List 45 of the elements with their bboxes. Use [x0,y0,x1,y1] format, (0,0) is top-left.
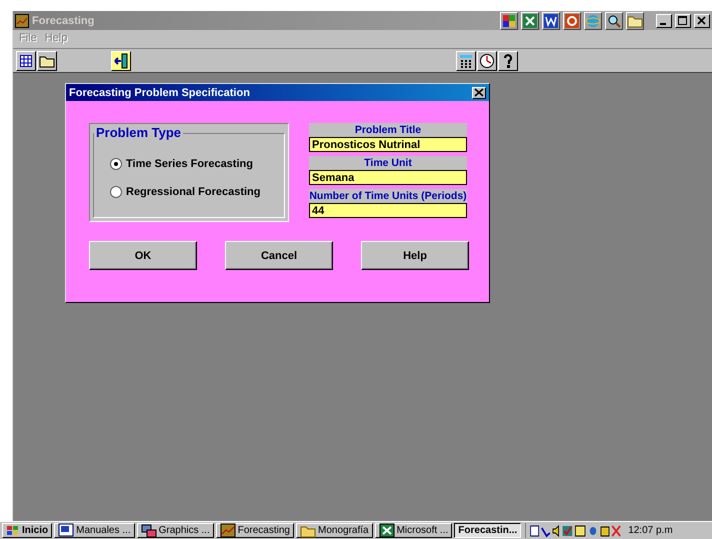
radio-option[interactable]: Regressional Forecasting [110,186,260,198]
close-icon[interactable] [694,14,710,28]
field-label: Number of Time Units (Periods) [309,189,467,203]
field-label: Problem Title [309,123,467,137]
taskbar-button[interactable]: Forecasting [216,523,294,538]
field-label: Time Unit [309,156,467,170]
folder-icon[interactable] [37,50,57,70]
folder-icon[interactable] [626,12,644,30]
grid-icon[interactable] [16,50,36,70]
taskbar-button[interactable]: Monografía [296,523,373,538]
document-icon[interactable] [542,12,560,30]
dialog-button[interactable]: Help [361,241,469,270]
chart-icon [220,523,236,538]
help-icon[interactable] [498,50,518,70]
exit-icon[interactable] [111,50,131,70]
clock-icon[interactable] [477,50,497,70]
input-field[interactable]: 44 [309,203,467,218]
minimize-icon[interactable] [656,14,672,28]
radio-icon[interactable] [110,158,122,170]
search-icon[interactable] [605,12,623,30]
taskbar-button[interactable]: Microsoft ... [374,523,452,538]
office-icon[interactable] [500,12,518,30]
close-icon[interactable] [472,86,486,98]
clock: 12:07 p.m [628,525,673,536]
group-title: Problem Type [94,125,184,140]
input-field[interactable]: Pronosticos Nutrinal [309,137,467,152]
windows-logo-icon [6,524,20,536]
chart-icon [15,14,29,28]
maximize-icon[interactable] [675,14,691,28]
taskbar-button[interactable]: Graphics ... [136,523,214,538]
window-title: Forecasting [32,14,94,26]
radio-option[interactable]: Time Series Forecasting [110,158,260,170]
dialog-title: Forecasting Problem Specification [69,86,251,98]
calculator-icon[interactable] [456,50,476,70]
dialog-button[interactable]: Cancel [225,241,333,270]
globe-icon[interactable] [584,12,602,30]
dialog-button[interactable]: OK [89,241,197,270]
taskbar-button[interactable]: Forecastin... [454,523,522,538]
windows-icon [140,523,157,538]
start-button[interactable]: Inicio [2,523,52,538]
input-field[interactable]: Semana [309,170,467,185]
presentation-icon[interactable] [563,12,581,30]
spreadsheet-icon[interactable] [521,12,539,30]
radio-icon[interactable] [110,186,122,198]
taskbar-button[interactable]: Manuales ... [54,523,135,538]
